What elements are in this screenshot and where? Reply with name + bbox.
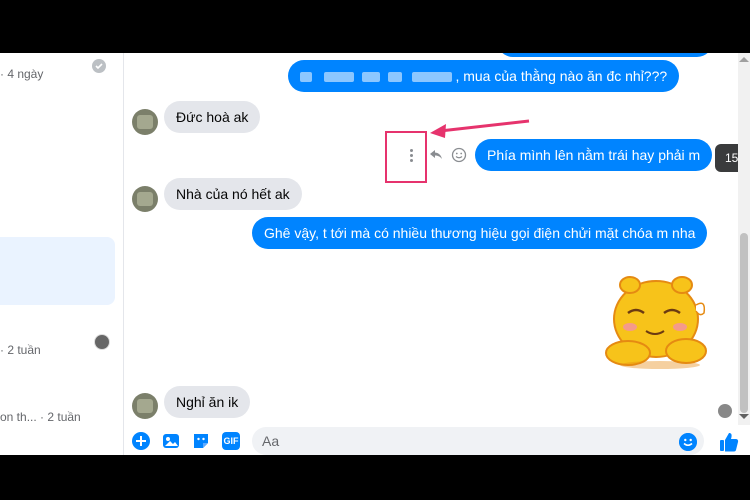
avatar[interactable] (132, 186, 158, 212)
message-bubble-in[interactable]: Đức hoà ak (164, 101, 261, 133)
conversation-list: · 4 ngày · 2 tuần on th... · 2 tuần (0, 53, 124, 455)
message-composer: GIF Aa (124, 425, 750, 455)
message-text: Đức hoà ak (176, 109, 249, 125)
avatar[interactable] (132, 109, 158, 135)
sticker-icon[interactable] (192, 432, 210, 450)
avatar (94, 334, 110, 350)
conversation-item[interactable]: on th... · 2 tuần (0, 410, 81, 424)
sticker-image[interactable] (600, 265, 710, 373)
scrollbar[interactable] (738, 53, 750, 425)
message-bubble-in[interactable]: Nhà của nó hết ak (164, 178, 302, 210)
checkmark-icon (92, 59, 106, 73)
scroll-down-arrow[interactable] (739, 414, 749, 419)
input-placeholder: Aa (262, 433, 280, 449)
blurred-text (300, 68, 455, 84)
message-bubble-partial[interactable] (497, 53, 713, 57)
message-text: , mua của thằng nào ăn đc nhỉ??? (455, 68, 668, 84)
conversation-time: · 2 tuần (0, 343, 41, 357)
react-icon[interactable] (451, 147, 467, 163)
message-bubble-in[interactable]: Nghỉ ăn ik (164, 386, 251, 418)
selected-conversation[interactable] (0, 237, 115, 305)
plus-icon[interactable] (132, 432, 150, 450)
gif-icon[interactable]: GIF (222, 432, 240, 450)
scroll-up-arrow[interactable] (739, 57, 749, 62)
conversation-time: on th... · 2 tuần (0, 410, 81, 424)
message-text: Nhà của nó hết ak (176, 186, 290, 202)
scroll-thumb[interactable] (740, 233, 748, 413)
seen-avatar (718, 404, 732, 418)
gif-label: GIF (223, 436, 239, 446)
conversation-item[interactable]: · 2 tuần (0, 343, 41, 357)
chat-thread: , mua của thằng nào ăn đc nhỉ??? Đức hoà… (124, 53, 738, 425)
message-input[interactable]: Aa (252, 427, 704, 455)
emoji-icon[interactable] (679, 433, 697, 451)
conversation-item[interactable]: · 4 ngày (0, 67, 43, 81)
reply-icon[interactable] (429, 149, 443, 161)
conversation-time: · 4 ngày (0, 67, 44, 81)
messenger-window: · 4 ngày · 2 tuần on th... · 2 tuần , mu… (0, 53, 750, 455)
message-bubble-out[interactable]: Phía mình lên nằm trái hay phải m (475, 139, 713, 171)
message-text: Nghỉ ăn ik (176, 394, 239, 410)
avatar[interactable] (132, 393, 158, 419)
message-bubble-out[interactable]: Ghê vậy, t tới mà có nhiều thương hiệu g… (252, 217, 708, 249)
message-text: Ghê vậy, t tới mà có nhiều thương hiệu g… (264, 225, 696, 241)
image-icon[interactable] (162, 432, 180, 450)
like-icon[interactable] (718, 431, 740, 453)
message-bubble-out[interactable]: , mua của thằng nào ăn đc nhỉ??? (288, 60, 680, 92)
highlight-box (385, 131, 427, 183)
message-text: Phía mình lên nằm trái hay phải m (487, 147, 701, 163)
more-options-icon[interactable] (410, 149, 414, 164)
